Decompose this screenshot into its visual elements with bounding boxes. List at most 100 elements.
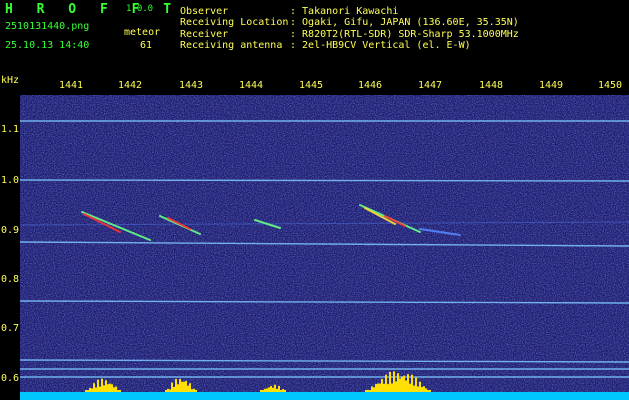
info-label-receiver: Receiver [180,29,229,40]
histogram-bar [167,388,169,392]
histogram-bar [389,371,391,392]
histogram-bar [105,380,107,392]
counter-label: meteor [124,27,161,38]
histogram-bar [264,388,266,392]
histogram-bar [109,383,111,392]
histogram-bar [113,387,115,392]
histogram-bar [99,386,101,392]
timestamp-label: 25.10.13 14:40 [5,40,90,51]
spectrogram [19,95,629,400]
histogram-bar [95,387,97,392]
histogram-bar [399,378,401,392]
y-tick-label: 0.7 [1,323,20,334]
histogram-bar [282,389,284,392]
histogram-bar [276,388,278,392]
spectrogram-noise [20,95,629,400]
info-label-antenna: Receiving antenna [180,40,283,51]
meteor-count: 61 [140,40,153,51]
x-tick-label: 1446 [358,80,383,91]
histogram-bar [187,385,189,392]
histogram-bar [181,381,183,392]
histogram-bar [369,390,371,392]
histogram-bar [91,388,93,392]
y-tick-label: 0.8 [1,274,20,285]
histogram-bar [89,387,91,392]
histogram-bar [407,374,409,392]
x-tick-label: 1441 [59,80,84,91]
histogram-bar [171,382,173,392]
histogram-bar [371,386,373,392]
histogram-bar [381,378,383,392]
histogram-bar [272,387,274,392]
histogram-bar [385,374,387,392]
histogram-bar [401,376,403,392]
histogram-bar [379,383,381,392]
x-tick-label: 1447 [418,80,443,91]
histogram-bar [101,378,103,392]
histogram-bar [367,389,369,392]
histogram-bar [195,390,197,392]
histogram-bar [413,385,415,392]
histogram-bar [375,384,377,392]
histogram-bar [383,383,385,392]
histogram-bar [93,383,95,392]
histogram-bar [274,384,276,392]
info-value-receiver: : R820T2(RTL-SDR) SDR-Sharp 53.1000MHz [290,29,519,40]
y-axis-unit: kHz [1,75,20,86]
histogram-bar [397,373,399,392]
histogram-bar [421,387,423,392]
header-panel: H R O F F T 1.0.0 2510131440.png meteor … [0,0,629,75]
histogram-bar [260,390,262,392]
histogram-bar [85,390,87,392]
histogram-bar [365,390,367,392]
histogram-bar [169,389,171,392]
histogram-bar [423,386,425,392]
histogram-bar [177,384,179,392]
y-tick-label: 1.1 [1,124,20,135]
histogram-bar [103,385,105,392]
histogram-bar [427,389,429,392]
histogram-bar [270,385,272,392]
histogram-bar [411,374,413,392]
x-tick-label: 1449 [539,80,564,91]
y-tick-label: 1.0 [1,175,20,186]
x-tick-label: 1442 [118,80,143,91]
histogram-bar [87,390,89,392]
info-value-location: : Ogaki, Gifu, JAPAN (136.60E, 35.35N) [290,17,519,28]
histogram-bar [119,390,121,392]
histogram-bar [280,390,282,392]
info-value-observer: : Takanori Kawachi [290,6,399,17]
histogram-bar [417,386,419,392]
x-tick-label: 1443 [179,80,204,91]
info-value-antenna: : 2el-HB9CV Vertical (el. E-W) [290,40,471,51]
histogram-bar [284,390,286,392]
x-tick-label: 1445 [299,80,324,91]
histogram-bar [175,378,177,392]
histogram-bar [415,377,417,392]
histogram-bar [107,384,109,392]
info-label-observer: Observer [180,6,229,17]
histogram-bar [268,387,270,392]
histogram-bar [377,383,379,392]
y-tick-label: 0.9 [1,225,20,236]
y-tick-label: 0.6 [1,373,20,384]
histogram-bar [191,389,193,392]
x-tick-label: 1448 [479,80,504,91]
filename-label: 2510131440.png [5,21,90,32]
histogram-bar [179,378,181,392]
histogram-bar [403,375,405,392]
app-version: 1.0.0 [126,4,154,14]
histogram-baseline [20,392,629,400]
histogram-bar [115,386,117,392]
histogram-bar [173,387,175,392]
histogram-bar [429,390,431,392]
histogram-bar [409,383,411,392]
x-tick-label: 1444 [239,80,264,91]
histogram-bar [111,384,113,392]
histogram-bar [373,387,375,392]
histogram-bar [419,381,421,392]
histogram-bar [183,381,185,392]
histogram-bar [193,388,195,392]
histogram-bar [117,390,119,392]
histogram-bar [266,388,268,392]
